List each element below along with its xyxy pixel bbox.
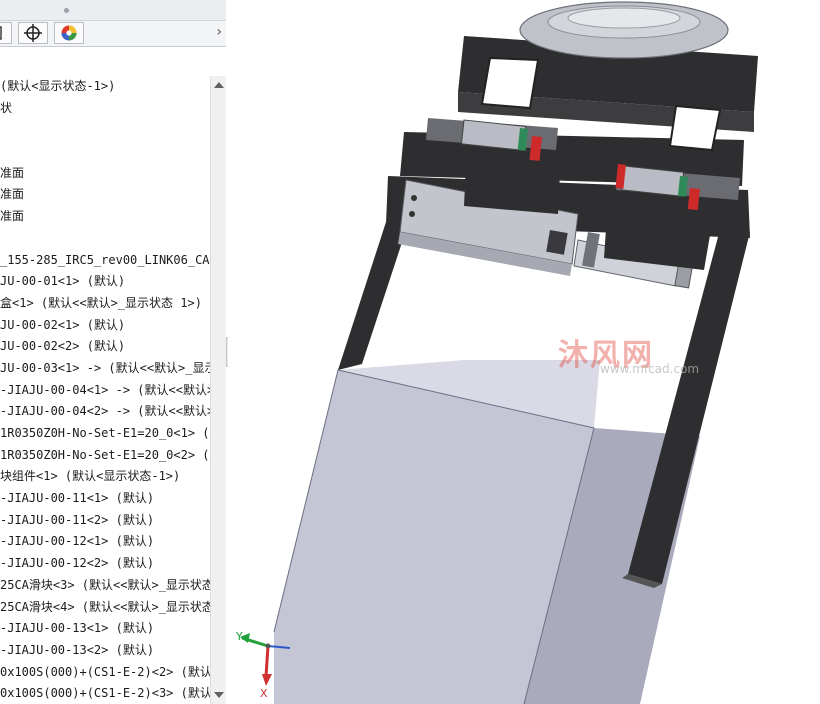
- tree-item[interactable]: 1R0350Z0H-No-Set-E1=20_0<1> (默认): [0, 423, 210, 445]
- clamp-block: [464, 164, 560, 214]
- triad-y-label: Y: [235, 630, 243, 643]
- tree-icon: [0, 26, 2, 40]
- triad-x-label: X: [260, 687, 268, 700]
- tree-item[interactable]: -JIAJU-00-12<1> (默认): [0, 531, 210, 553]
- tree-item[interactable]: -JIAJU-00-04<2> -> (默认<<默认>_显示状态 1>): [0, 401, 210, 423]
- tree-item[interactable]: [0, 119, 210, 141]
- tree-item[interactable]: _155-285_IRC5_rev00_LINK06_CAD<1>: [0, 250, 210, 272]
- tree-item[interactable]: -JIAJU-00-04<1> -> (默认<<默认>_显示状态 1>): [0, 380, 210, 402]
- tree-item[interactable]: 1R0350Z0H-No-Set-E1=20_0<2> (默认): [0, 445, 210, 467]
- tree-item[interactable]: JU-00-02<2> (默认): [0, 336, 210, 358]
- tree-item[interactable]: JU-00-02<1> (默认): [0, 315, 210, 337]
- tree-item[interactable]: -JIAJU-00-13<1> (默认): [0, 618, 210, 640]
- tab-feature-manager[interactable]: [0, 22, 12, 44]
- tree-item[interactable]: 0x100S(000)+(CS1-E-2)<2> (默认<<默认>_显示状态 1…: [0, 662, 210, 684]
- tree-item[interactable]: -JIAJU-00-11<1> (默认): [0, 488, 210, 510]
- graphics-viewport[interactable]: Y X 沐风网 www.mfcad.com: [228, 0, 820, 704]
- tree-item[interactable]: -JIAJU-00-13<2> (默认): [0, 640, 210, 662]
- watermark-url: www.mfcad.com: [600, 362, 700, 376]
- appearance-icon: [61, 25, 77, 41]
- cad-model-render: Y X: [235, 1, 758, 704]
- tab-display-manager[interactable]: [54, 22, 84, 44]
- tree-item[interactable]: [0, 141, 210, 163]
- tree-item[interactable]: -JIAJU-00-11<2> (默认): [0, 510, 210, 532]
- feature-tree-panel: › (默认<显示状态-1>) 状准面 准面 准面 _155-285_IRC5_rev00…: [0, 0, 229, 704]
- tree-item[interactable]: 0x100S(000)+(CS1-E-2)<3> (默认<<默认>_显示状态 1…: [0, 683, 210, 704]
- tree-item[interactable]: (默认<显示状态-1>): [0, 76, 210, 98]
- tree-item[interactable]: 25CA滑块<4> (默认<<默认>_显示状态 1>): [0, 597, 210, 619]
- feature-tree-list: (默认<显示状态-1>) 状准面 准面 准面 _155-285_IRC5_rev00_L…: [0, 76, 210, 704]
- tab-dim-xpert[interactable]: [18, 22, 48, 44]
- tree-vertical-scrollbar[interactable]: [210, 76, 226, 704]
- tree-item[interactable]: [0, 228, 210, 250]
- tree-item[interactable]: 盒<1> (默认<<默认>_显示状态 1>): [0, 293, 210, 315]
- tree-item[interactable]: 25CA滑块<3> (默认<<默认>_显示状态 1>): [0, 575, 210, 597]
- tabs-scroll-right-button[interactable]: ›: [216, 24, 222, 40]
- tree-item[interactable]: JU-00-03<1> -> (默认<<默认>_显示状态 1>): [0, 358, 210, 380]
- scroll-down-icon[interactable]: [214, 692, 224, 698]
- tree-item[interactable]: 准面: [0, 163, 210, 185]
- tree-item[interactable]: 块组件<1> (默认<显示状态-1>): [0, 466, 210, 488]
- panel-top-strip: [0, 0, 226, 21]
- tree-item[interactable]: 准面: [0, 206, 210, 228]
- splitter-handle[interactable]: [64, 8, 69, 13]
- scroll-up-icon[interactable]: [214, 82, 224, 88]
- tree-item[interactable]: 准面: [0, 184, 210, 206]
- target-icon: [24, 24, 42, 42]
- tree-item[interactable]: -JIAJU-00-12<2> (默认): [0, 553, 210, 575]
- manager-tab-row: ›: [0, 21, 226, 47]
- tree-item[interactable]: 状: [0, 98, 210, 120]
- tree-item[interactable]: JU-00-01<1> (默认): [0, 271, 210, 293]
